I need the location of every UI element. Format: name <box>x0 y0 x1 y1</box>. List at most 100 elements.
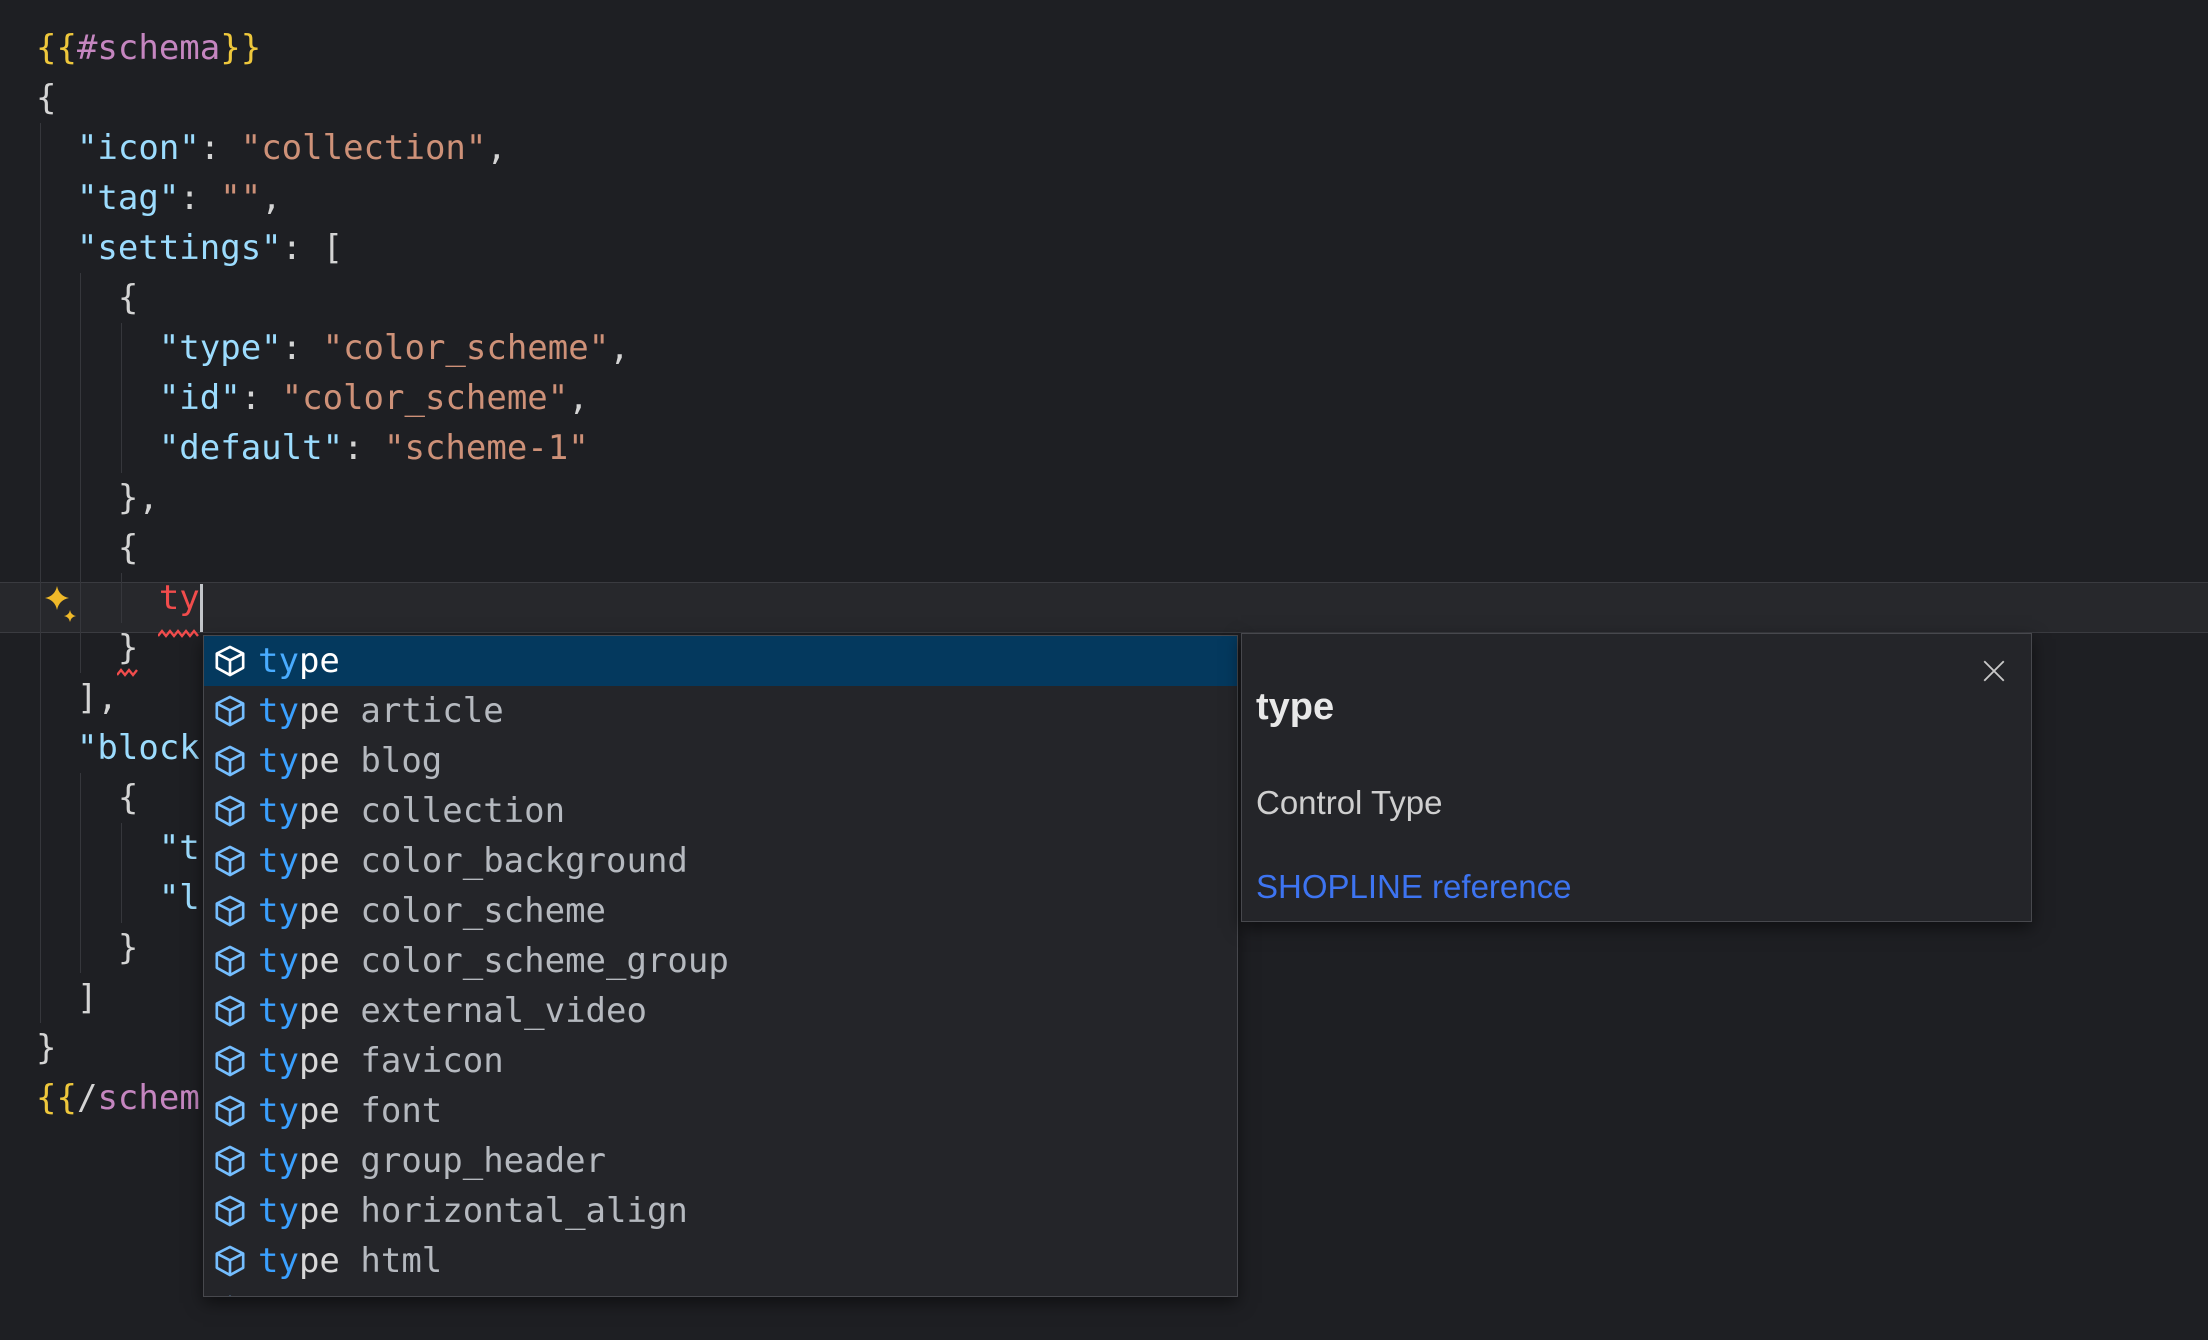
editor-surface[interactable]: {{#schema}}{ "icon": "collection", "tag"… <box>0 0 2208 1340</box>
code-line: "settings": [ <box>36 223 343 273</box>
suggestion-label: type external_video <box>258 986 647 1036</box>
code-line: "t <box>36 823 200 873</box>
code-token: / <box>77 1078 97 1118</box>
code-token: "tag" <box>77 178 179 218</box>
code-line: } <box>36 623 138 673</box>
code-token: "id" <box>159 378 241 418</box>
code-token: } <box>118 928 138 968</box>
suggestion-item[interactable]: type color_scheme <box>204 886 1237 936</box>
code-token: { <box>118 528 138 568</box>
code-token: }} <box>220 28 261 68</box>
suggestion-label: type font <box>258 1086 442 1136</box>
code-line: ], <box>36 673 118 723</box>
code-token: "type" <box>159 328 282 368</box>
suggest-details-panel: type Control Type SHOPLINE reference <box>1241 633 2032 922</box>
shopline-reference-link[interactable]: SHOPLINE reference <box>1256 868 1571 906</box>
code-token: "collection" <box>241 128 487 168</box>
suggestion-item[interactable]: type color_scheme_group <box>204 936 1237 986</box>
code-token: , <box>609 328 629 368</box>
symbol-cube-icon <box>213 794 247 828</box>
suggestion-item[interactable]: type image_picker <box>204 1286 1237 1297</box>
suggestion-item[interactable]: type group_header <box>204 1136 1237 1186</box>
suggestion-item[interactable]: type horizontal_align <box>204 1186 1237 1236</box>
code-token: {{ <box>36 28 77 68</box>
code-token: : <box>241 378 282 418</box>
symbol-cube-icon <box>213 694 247 728</box>
code-token: : <box>179 178 220 218</box>
code-token: {{ <box>36 1078 77 1118</box>
code-line: "default": "scheme-1" <box>36 423 589 473</box>
suggestion-label: type color_scheme_group <box>258 936 729 986</box>
code-token: #schema <box>77 28 220 68</box>
close-icon[interactable] <box>1981 658 2007 684</box>
code-token: }, <box>118 478 159 518</box>
symbol-cube-icon <box>213 1294 247 1297</box>
code-token: , <box>568 378 588 418</box>
code-token: { <box>118 778 138 818</box>
symbol-cube-icon <box>213 1144 247 1178</box>
code-token: } <box>118 628 138 668</box>
code-line: }, <box>36 473 159 523</box>
code-token: { <box>118 278 138 318</box>
code-token: schem <box>97 1078 199 1118</box>
symbol-cube-icon <box>213 1244 247 1278</box>
code-line: "block <box>36 723 200 773</box>
code-token: "settings" <box>77 228 282 268</box>
symbol-cube-icon <box>213 1194 247 1228</box>
code-token: "icon" <box>77 128 200 168</box>
code-line: "l <box>36 873 200 923</box>
code-token: { <box>36 78 56 118</box>
code-line: { <box>36 523 138 573</box>
symbol-cube-icon <box>213 644 247 678</box>
error-squiggle <box>117 667 141 677</box>
code-line: } <box>36 923 138 973</box>
code-line: { <box>36 773 138 823</box>
suggestion-label: type horizontal_align <box>258 1186 688 1236</box>
code-token: "t <box>159 828 200 868</box>
code-token: "l <box>159 878 200 918</box>
suggestion-item[interactable]: type <box>204 636 1237 686</box>
ai-sparkle-icon[interactable] <box>42 585 80 627</box>
suggestion-item[interactable]: type article <box>204 686 1237 736</box>
code-token: ] <box>77 978 97 1018</box>
symbol-cube-icon <box>213 744 247 778</box>
code-token: , <box>486 128 506 168</box>
suggestion-label: type blog <box>258 736 442 786</box>
suggestion-item[interactable]: type external_video <box>204 986 1237 1036</box>
suggestion-item[interactable]: type html <box>204 1236 1237 1286</box>
code-token: : [ <box>282 228 343 268</box>
code-token: ], <box>77 678 118 718</box>
code-line: {{#schema}} <box>36 23 261 73</box>
code-token: "scheme-1" <box>384 428 589 468</box>
suggestion-label: type color_scheme <box>258 886 606 936</box>
symbol-cube-icon <box>213 1094 247 1128</box>
code-line: "icon": "collection", <box>36 123 507 173</box>
code-token: "color_scheme" <box>282 378 569 418</box>
code-token: "block <box>77 728 200 768</box>
suggestion-label: type article <box>258 686 504 736</box>
error-squiggle <box>158 628 202 638</box>
symbol-cube-icon <box>213 994 247 1028</box>
code-token: : <box>282 328 323 368</box>
suggestion-item[interactable]: type favicon <box>204 1036 1237 1086</box>
symbol-cube-icon <box>213 1044 247 1078</box>
code-line: {{/schem <box>36 1073 200 1123</box>
code-token: , <box>261 178 281 218</box>
suggestion-item[interactable]: type blog <box>204 736 1237 786</box>
symbol-cube-icon <box>213 844 247 878</box>
suggestion-item[interactable]: type font <box>204 1086 1237 1136</box>
details-title: type <box>1256 686 1334 729</box>
code-token: } <box>36 1028 56 1068</box>
suggestion-item[interactable]: type color_background <box>204 836 1237 886</box>
code-token: : <box>343 428 384 468</box>
symbol-cube-icon <box>213 944 247 978</box>
suggestion-item[interactable]: type collection <box>204 786 1237 836</box>
suggestion-label: type group_header <box>258 1136 606 1186</box>
code-token: "" <box>220 178 261 218</box>
code-token: : <box>200 128 241 168</box>
code-line: "tag": "", <box>36 173 282 223</box>
suggestion-label: type image_picker <box>258 1286 606 1297</box>
text-cursor <box>200 584 203 632</box>
code-token: "default" <box>159 428 343 468</box>
code-line: } <box>36 1023 56 1073</box>
